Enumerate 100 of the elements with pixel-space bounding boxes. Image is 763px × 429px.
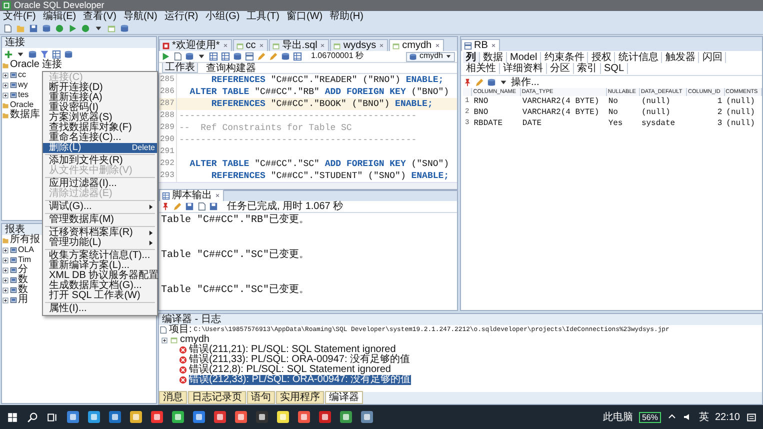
- plus-icon[interactable]: [4, 50, 13, 58]
- expand-icon[interactable]: [2, 266, 9, 274]
- close-icon[interactable]: [319, 42, 326, 49]
- database-icon[interactable]: [42, 24, 51, 32]
- input-method[interactable]: 英: [698, 412, 709, 422]
- menu-item[interactable]: 查看(V): [83, 12, 116, 22]
- editor-tab[interactable]: wydsys: [330, 39, 388, 51]
- close-icon[interactable]: [434, 42, 441, 49]
- subtab[interactable]: 约束条件: [541, 52, 588, 63]
- menu-item[interactable]: 重新编译方案(L)...: [43, 261, 157, 271]
- database-icon[interactable]: [487, 78, 496, 86]
- menu-item[interactable]: 编辑(E): [42, 12, 76, 22]
- expand-icon[interactable]: [2, 256, 9, 264]
- subtab[interactable]: 统计信息: [615, 52, 662, 63]
- subtab[interactable]: Model: [507, 52, 542, 63]
- database-icon[interactable]: [64, 50, 73, 58]
- subtab[interactable]: SQL: [601, 63, 628, 74]
- subtab[interactable]: 列: [463, 52, 480, 63]
- database-icon[interactable]: [233, 52, 242, 61]
- app-icon[interactable]: [88, 411, 100, 423]
- editor-tab[interactable]: *欢迎使用*: [159, 39, 232, 51]
- menu-item[interactable]: 帮助(H): [330, 12, 364, 22]
- grid-icon[interactable]: [52, 50, 61, 58]
- table-icon[interactable]: [245, 52, 254, 61]
- app-icon[interactable]: [298, 411, 310, 423]
- bottom-tab[interactable]: 日志记录页: [188, 391, 246, 404]
- app-icon[interactable]: [319, 411, 331, 423]
- actions-menu[interactable]: 操作...: [511, 76, 540, 88]
- editor-tab[interactable]: cmydh: [389, 39, 444, 51]
- clock[interactable]: 22:10: [714, 412, 740, 422]
- expand-icon[interactable]: [2, 82, 9, 88]
- close-icon[interactable]: [258, 42, 265, 49]
- subtab[interactable]: 详细资料: [500, 63, 547, 74]
- app-icon[interactable]: [172, 411, 184, 423]
- close-icon[interactable]: [222, 42, 229, 49]
- app-icon[interactable]: [340, 411, 352, 423]
- connection-selector[interactable]: cmydh: [406, 52, 455, 62]
- pin-icon[interactable]: [161, 202, 170, 211]
- app-icon[interactable]: [361, 411, 373, 423]
- log-message[interactable]: 错误(212,8): PL/SQL: SQL Statement ignored: [189, 365, 391, 375]
- menu-item[interactable]: 收集方案统计信息(T)...: [43, 251, 157, 261]
- subtab[interactable]: 触发器: [662, 52, 700, 63]
- menu-item[interactable]: 应用过滤器(I)...: [43, 179, 157, 189]
- app-icon[interactable]: [109, 411, 121, 423]
- app-icon[interactable]: [151, 411, 163, 423]
- menu-item[interactable]: 调试(G)...: [43, 202, 157, 212]
- menu-item[interactable]: 打开 SQL 工作表(W): [43, 291, 157, 301]
- app-icon[interactable]: [235, 411, 247, 423]
- close-icon[interactable]: [490, 42, 497, 49]
- expand-icon[interactable]: [161, 336, 168, 344]
- log-message[interactable]: 错误(211,33): PL/SQL: ORA-00947: 没有足够的值: [189, 355, 410, 365]
- menu-item[interactable]: 管理功能(L): [43, 238, 157, 248]
- scrollbar[interactable]: [159, 182, 457, 189]
- subtab[interactable]: 数据: [480, 52, 507, 63]
- circle-icon[interactable]: [81, 24, 90, 32]
- subtab[interactable]: 相关性: [463, 63, 500, 74]
- menu-item[interactable]: 重命名连接(C)...: [43, 133, 157, 143]
- expand-icon[interactable]: [2, 286, 9, 294]
- object-tab[interactable]: RB: [461, 39, 500, 51]
- menu-item[interactable]: 小组(G): [205, 12, 240, 22]
- expand-icon[interactable]: [2, 246, 9, 254]
- pin-icon[interactable]: [463, 78, 472, 86]
- bottom-tab[interactable]: 实用程序: [276, 391, 324, 404]
- expand-icon[interactable]: [2, 92, 9, 98]
- database-icon[interactable]: [185, 52, 194, 61]
- menu-item[interactable]: 断开连接(D): [43, 83, 157, 93]
- grid-icon[interactable]: [293, 52, 302, 61]
- app-icon[interactable]: [256, 411, 268, 423]
- menu-item[interactable]: 删除(L) Delete: [43, 143, 157, 153]
- app-icon[interactable]: [67, 411, 79, 423]
- task-view-icon[interactable]: [47, 412, 58, 422]
- save-icon[interactable]: [185, 202, 194, 211]
- database-icon[interactable]: [120, 24, 129, 32]
- menu-item[interactable]: 查找数据库对象(F): [43, 123, 157, 133]
- menu-item[interactable]: XML DB 协议服务器配置: [43, 271, 157, 281]
- menu-item[interactable]: 导航(N): [123, 12, 158, 22]
- bottom-tab[interactable]: 语句: [247, 391, 275, 404]
- menu-item[interactable]: 方案浏览器(S): [43, 113, 157, 123]
- subtab[interactable]: 查询构建器: [204, 63, 258, 73]
- close-icon[interactable]: [378, 42, 386, 49]
- notification-icon[interactable]: [746, 412, 757, 422]
- menu-item[interactable]: 重设密码(I): [43, 103, 157, 113]
- search-icon[interactable]: [27, 412, 38, 422]
- menu-item[interactable]: 文件(F): [3, 12, 36, 22]
- database-icon[interactable]: [28, 50, 37, 58]
- bottom-tab[interactable]: 编译器: [325, 391, 363, 404]
- menu-item[interactable]: 运行(R): [164, 12, 198, 22]
- menu-item[interactable]: 添加到文件夹(R): [43, 156, 157, 166]
- app-icon[interactable]: [193, 411, 205, 423]
- save-icon[interactable]: [209, 202, 218, 211]
- circle-icon[interactable]: [55, 24, 64, 32]
- menu-item[interactable]: 窗口(W): [286, 12, 323, 22]
- app-icon[interactable]: [130, 411, 142, 423]
- menu-item[interactable]: 工具(T): [246, 12, 280, 22]
- expand-icon[interactable]: [2, 296, 9, 304]
- subtab[interactable]: 工作表: [162, 63, 198, 73]
- close-icon[interactable]: [214, 192, 221, 199]
- menu-item[interactable]: 迁移资料档案库(R): [43, 228, 157, 238]
- subtab[interactable]: 闪回: [699, 52, 726, 63]
- grid-icon[interactable]: [209, 52, 218, 61]
